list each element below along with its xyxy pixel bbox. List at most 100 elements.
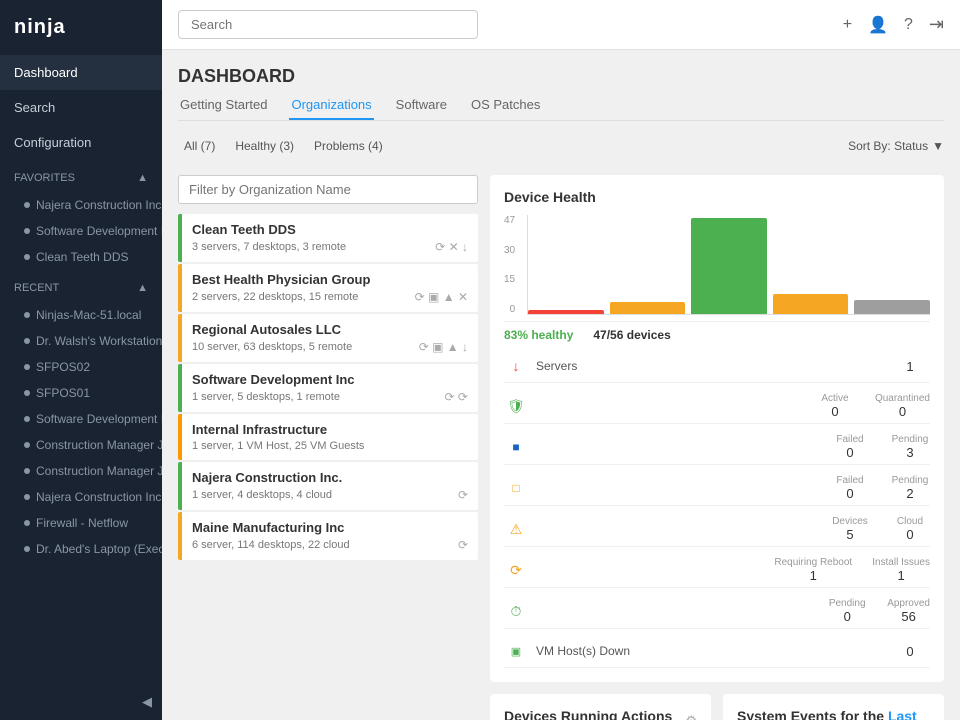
fav-dot [24,202,30,208]
stat-reboot: ⟳ Requiring Reboot1 Install Issues1 [504,553,930,588]
org-name: Maine Manufacturing Inc [192,520,468,535]
org-item[interactable]: Internal Infrastructure 1 server, 1 VM H… [178,414,478,460]
recent-section: Recent ▲ [0,274,162,302]
system-events-panel: System Events for the Last Week Device S… [723,694,944,720]
topbar: + 👤 ? ⇥ [162,0,960,50]
org-detail: 1 server, 1 VM Host, 25 VM Guests [192,440,468,452]
recent-item-6[interactable]: Construction Manager JS2 ... [0,432,162,458]
tab-software[interactable]: Software [394,91,449,120]
org-item[interactable]: Clean Teeth DDS 3 servers, 7 desktops, 3… [178,214,478,262]
recent-dot [24,364,30,370]
recent-item-8[interactable]: Najera Construction Inc. [0,484,162,510]
recent-chevron[interactable]: ▲ [137,282,148,294]
org-name: Best Health Physician Group [192,272,468,287]
org-list: Clean Teeth DDS 3 servers, 7 desktops, 3… [178,175,478,720]
sidebar-item-configuration[interactable]: Configuration [0,125,162,160]
sidebar-item-dashboard[interactable]: Dashboard [0,55,162,90]
help-icon[interactable]: ? [904,16,913,34]
recent-item-7[interactable]: Construction Manager JS1 ... [0,458,162,484]
vm-icon: ▣ [504,639,528,663]
settings-icon[interactable]: ⚙ [685,713,697,720]
filter-all[interactable]: All (7) [178,137,221,155]
main-content: + 👤 ? ⇥ DASHBOARD Getting Started Organi… [162,0,960,720]
org-icons: ⟳ ✕ ↓ [435,240,468,254]
software-icon: □ [504,476,528,500]
devices-running-title: Devices Running Actions [504,708,672,720]
org-name: Software Development Inc [192,372,468,387]
org-item[interactable]: Best Health Physician Group 2 servers, 2… [178,264,478,312]
fav-label: Clean Teeth DDS [36,250,129,264]
tab-os-patches[interactable]: OS Patches [469,91,542,120]
recent-item-3[interactable]: SFPOS02 [0,354,162,380]
stat-devices: ⚠ Devices5 Cloud0 [504,512,930,547]
favorites-label: Favorites [14,172,75,184]
search-input[interactable] [178,10,478,39]
bottom-panels: Devices Running Actions ⚙ [490,694,944,720]
stat-patch2: □ Failed0 Pending2 [504,471,930,506]
device-health-panel: Device Health 47 30 15 0 [490,175,944,682]
org-item[interactable]: Regional Autosales LLC 10 server, 63 des… [178,314,478,362]
org-item[interactable]: Maine Manufacturing Inc 6 server, 114 de… [178,512,478,560]
recent-dot [24,494,30,500]
topbar-actions: + 👤 ? ⇥ [843,14,944,35]
stat-antivirus: 🛡 Active0 Quarantined0 [504,389,930,424]
recent-item-2[interactable]: Dr. Walsh's Workstation [0,328,162,354]
last-week-link[interactable]: Last Week [737,708,917,720]
recent-item-10[interactable]: Dr. Abed's Laptop (Executi... [0,536,162,562]
server-down-icon: ↓ [504,354,528,378]
sort-button[interactable]: Sort By: Status ▼ [848,139,944,153]
sidebar-item-search[interactable]: Search [0,90,162,125]
org-item[interactable]: Najera Construction Inc. 1 server, 4 des… [178,462,478,510]
org-detail: 1 server, 5 desktops, 1 remote ⟳ ⟳ [192,390,468,404]
org-detail: 6 server, 114 desktops, 22 cloud ⟳ [192,538,468,552]
add-icon[interactable]: + [843,16,852,34]
sidebar-collapse-button[interactable]: ◀ [0,684,162,720]
recent-dot [24,468,30,474]
bar-gray [854,300,930,314]
org-name: Internal Infrastructure [192,422,468,437]
filter-problems[interactable]: Problems (4) [308,137,389,155]
recent-item-4[interactable]: SFPOS01 [0,380,162,406]
recent-item-1[interactable]: Ninjas-Mac-51.local [0,302,162,328]
org-icons: ⟳ ▣ ▲ ✕ [415,290,468,304]
org-item[interactable]: Software Development Inc 1 server, 5 des… [178,364,478,412]
dashboard-tabs: Getting Started Organizations Software O… [178,91,944,121]
fav-item-software[interactable]: Software Development Inc [0,218,162,244]
org-name: Clean Teeth DDS [192,222,468,237]
reboot-icon: ⟳ [504,558,528,582]
filter-badges: All (7) Healthy (3) Problems (4) [178,137,389,155]
logo: ninja [0,0,162,55]
bar-red [528,310,604,314]
org-icons: ⟳ ▣ ▲ ↓ [419,340,468,354]
filter-row: All (7) Healthy (3) Problems (4) Sort By… [178,137,944,155]
sort-label: Sort By: Status [848,139,928,153]
dashboard-content: DASHBOARD Getting Started Organizations … [162,50,960,720]
favorites-chevron[interactable]: ▲ [137,172,148,184]
health-header: Device Health [504,189,930,215]
content-area: Clean Teeth DDS 3 servers, 7 desktops, 3… [178,175,944,720]
org-filter-input[interactable] [178,175,478,204]
stat-patches-approved: ⏱ Pending0 Approved56 [504,594,930,629]
clock-icon: ⏱ [504,599,528,623]
fav-item-najera[interactable]: Najera Construction Inc. [0,192,162,218]
org-icons: ⟳ [458,538,468,552]
tab-getting-started[interactable]: Getting Started [178,91,269,120]
recent-dot [24,338,30,344]
user-icon[interactable]: 👤 [868,15,888,35]
windows-icon: ■ [504,435,528,459]
org-detail: 2 servers, 22 desktops, 15 remote ⟳ ▣ ▲ … [192,290,468,304]
healthy-pct: 83% healthy [504,328,573,342]
right-panels: Device Health 47 30 15 0 [490,175,944,720]
logout-icon[interactable]: ⇥ [929,14,944,35]
health-stats-grid: ↓ Servers 1 🛡 Active0 Quarantined0 [504,350,930,668]
fav-dot [24,228,30,234]
recent-item-5[interactable]: Software Development Inc [0,406,162,432]
bar-orange [610,302,686,314]
logo-text: ninja [14,16,66,38]
fav-item-cleanteeth[interactable]: Clean Teeth DDS [0,244,162,270]
recent-item-9[interactable]: Firewall - Netflow [0,510,162,536]
recent-dot [24,390,30,396]
recent-dot [24,520,30,526]
tab-organizations[interactable]: Organizations [289,91,373,120]
filter-healthy[interactable]: Healthy (3) [229,137,300,155]
